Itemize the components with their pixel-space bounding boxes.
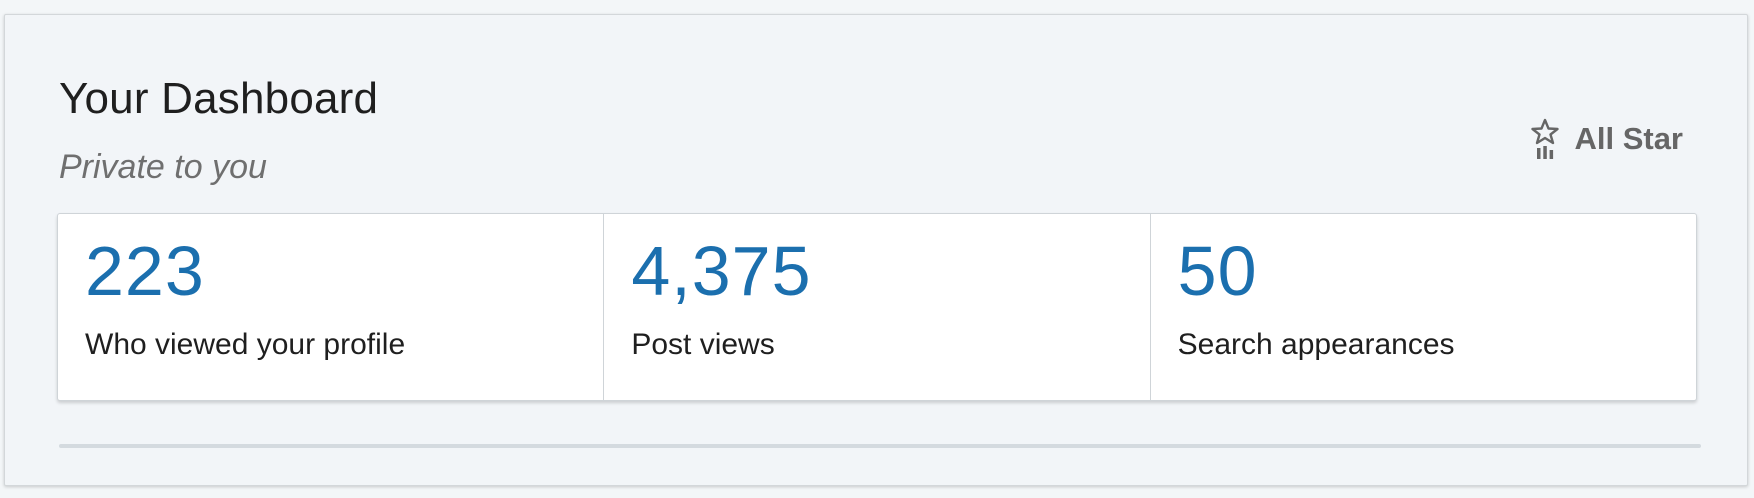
all-star-label: All Star (1574, 121, 1683, 156)
post-views-label: Post views (631, 328, 775, 361)
search-appearances-tile[interactable]: 50 Search appearances (1151, 214, 1696, 400)
post-views-tile[interactable]: 4,375 Post views (604, 214, 1151, 400)
page-title: Your Dashboard (59, 74, 379, 123)
profile-views-tile[interactable]: 223 Who viewed your profile (58, 214, 605, 400)
search-appearances-count: 50 (1177, 232, 1258, 310)
profile-views-label: Who viewed your profile (85, 328, 406, 361)
all-star-icon (1528, 117, 1562, 161)
stats-row: 223 Who viewed your profile 4,375 Post v… (57, 213, 1697, 401)
privacy-subtitle: Private to you (59, 148, 267, 186)
search-appearances-label: Search appearances (1177, 328, 1455, 361)
post-views-count: 4,375 (631, 232, 812, 310)
divider (59, 444, 1701, 448)
profile-views-count: 223 (85, 232, 205, 310)
all-star-badge[interactable]: All Star (1528, 117, 1683, 161)
dashboard-card: Your Dashboard Private to you All Star 2… (4, 14, 1748, 486)
